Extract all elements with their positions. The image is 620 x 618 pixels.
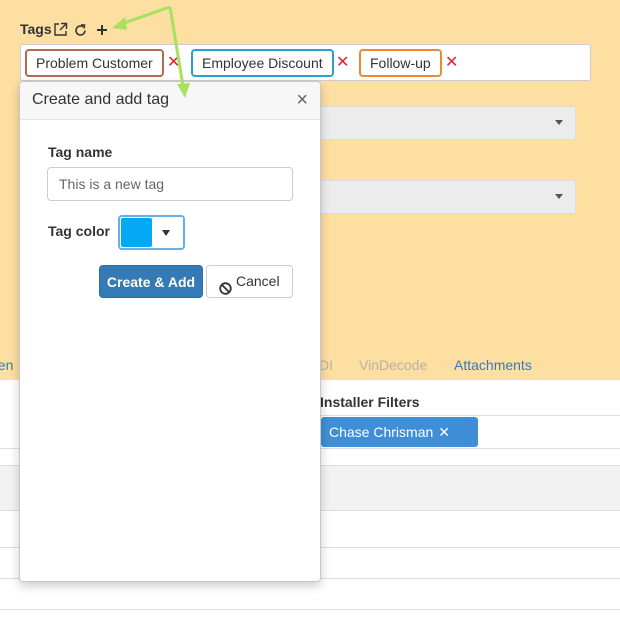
tag-color-label: Tag color xyxy=(48,223,110,239)
tag-chip-problem-customer: Problem Customer xyxy=(25,49,164,77)
tab-di[interactable]: DI xyxy=(319,357,333,373)
remove-tag-follow-up-icon[interactable]: ✕ xyxy=(445,54,458,72)
remove-tag-employee-discount-icon[interactable]: ✕ xyxy=(336,54,349,72)
tag-chip-follow-up: Follow-up xyxy=(359,49,442,77)
table-row-divider xyxy=(0,609,620,610)
tag-name-input[interactable] xyxy=(47,167,293,201)
tags-label: Tags xyxy=(20,21,52,37)
refresh-icon[interactable] xyxy=(73,23,89,39)
tags-input[interactable]: Problem Customer ✕ Employee Discount ✕ F… xyxy=(20,44,591,81)
close-icon[interactable]: × xyxy=(296,90,308,110)
tab-attachments[interactable]: Attachments xyxy=(454,357,532,373)
remove-tag-problem-customer-icon[interactable]: ✕ xyxy=(167,54,180,72)
popover-title: Create and add tag xyxy=(32,91,169,108)
create-and-add-button[interactable]: Create & Add xyxy=(99,265,203,298)
color-swatch xyxy=(121,218,152,247)
select-field-2[interactable] xyxy=(300,180,576,214)
cancel-button-label: Cancel xyxy=(236,273,280,289)
tab-vindecode[interactable]: VinDecode xyxy=(359,357,427,373)
tag-name-label: Tag name xyxy=(48,144,113,160)
create-tag-popover: Create and add tag × Tag name Tag color … xyxy=(19,81,321,582)
divider xyxy=(320,415,620,416)
popover-header: Create and add tag × xyxy=(20,82,320,120)
installer-filter-chip-label: Chase Chrisman xyxy=(329,424,434,440)
tag-color-picker[interactable] xyxy=(118,215,185,250)
chevron-down-icon xyxy=(555,120,563,125)
remove-installer-filter-icon[interactable]: ✕ xyxy=(438,424,450,440)
ban-icon xyxy=(219,275,232,306)
installer-filters-label: Installer Filters xyxy=(320,394,420,410)
select-field-1[interactable] xyxy=(300,106,576,140)
plus-icon[interactable] xyxy=(95,23,111,39)
tab-partial[interactable]: nen xyxy=(0,357,13,373)
tag-chip-employee-discount: Employee Discount xyxy=(191,49,334,77)
external-link-icon[interactable] xyxy=(53,22,69,38)
chevron-down-icon xyxy=(555,194,563,199)
installer-filter-chip: Chase Chrisman ✕ xyxy=(321,417,478,447)
caret-down-icon xyxy=(162,230,170,236)
cancel-button[interactable]: Cancel xyxy=(206,265,293,298)
